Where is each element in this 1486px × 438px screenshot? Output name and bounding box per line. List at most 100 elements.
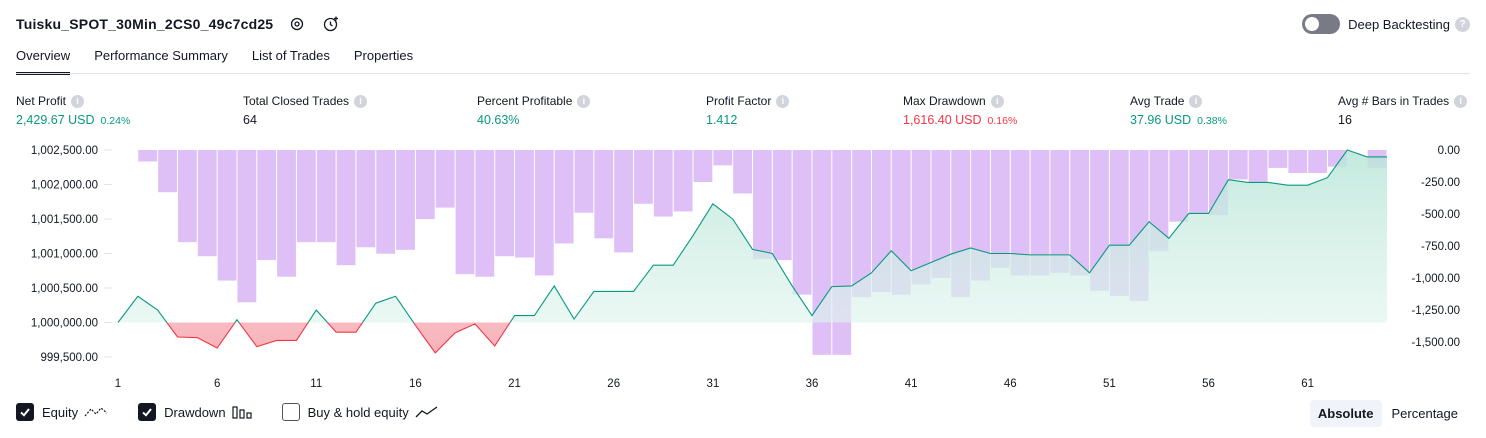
drawdown-bar	[614, 150, 634, 253]
left-axis-tick: 999,500.00	[40, 352, 98, 364]
right-axis-tick: 0.00	[1438, 145, 1460, 157]
tab-performance-summary[interactable]: Performance Summary	[94, 44, 228, 75]
drawdown-bar	[1070, 150, 1090, 276]
help-icon[interactable]: ?	[1455, 16, 1470, 32]
legend-drawdown[interactable]: Drawdown	[138, 403, 252, 421]
info-icon[interactable]: i	[354, 94, 368, 108]
drawdown-bar	[237, 150, 257, 303]
drawdown-bar	[574, 150, 594, 213]
deep-backtesting-label: Deep Backtesting	[1348, 16, 1450, 32]
drawdown-bar	[1228, 150, 1248, 180]
drawdown-bar	[713, 150, 733, 166]
drawdown-bar	[1248, 150, 1268, 182]
legend-label: Equity	[42, 404, 79, 420]
info-icon[interactable]: i	[577, 94, 591, 108]
deep-backtesting: Deep Backtesting ?	[1302, 14, 1470, 34]
drawdown-bars-icon	[231, 405, 252, 419]
stat-percent-profitable: Percent Profitable i 40.63%	[477, 94, 591, 127]
stat-value: 40.63%	[477, 113, 520, 127]
x-axis-tick: 1	[115, 378, 121, 390]
legend-equity[interactable]: Equity	[16, 403, 108, 421]
drawdown-bar	[316, 150, 336, 243]
stat-value: 37.96 USD	[1130, 113, 1192, 127]
drawdown-bar	[594, 150, 614, 239]
drawdown-bar	[1169, 150, 1189, 222]
right-axis-tick: -750.00	[1421, 241, 1460, 253]
info-icon[interactable]: i	[1454, 94, 1468, 108]
drawdown-bar	[376, 150, 396, 254]
drawdown-bar	[515, 150, 534, 258]
tab-list-of-trades[interactable]: List of Trades	[252, 44, 330, 75]
stat-max-drawdown: Max Drawdown i 1,616.40 USD 0.16%	[903, 94, 1017, 127]
info-icon[interactable]: i	[1189, 94, 1203, 108]
stats-row: Net Profit i 2,429.67 USD 0.24% Total Clos…	[0, 94, 1486, 134]
drawdown-bar	[158, 150, 177, 193]
x-axis-tick: 36	[806, 378, 819, 390]
stat-value: 64	[243, 113, 257, 127]
right-axis-tick: -1,250.00	[1411, 305, 1460, 317]
x-axis-tick: 41	[905, 378, 918, 390]
drawdown-bar	[1189, 150, 1209, 214]
drawdown-bar	[554, 150, 574, 244]
stat-label: Avg # Bars in Trades	[1338, 94, 1450, 108]
x-axis-tick: 26	[607, 378, 620, 390]
info-icon[interactable]: i	[776, 94, 790, 108]
checkbox-checked-icon[interactable]	[138, 403, 157, 421]
stat-total-closed-trades: Total Closed Trades i 64	[243, 94, 368, 127]
x-axis-tick: 11	[310, 378, 322, 390]
stat-label: Net Profit	[16, 94, 67, 108]
x-axis-tick: 46	[1004, 378, 1017, 390]
stat-label: Profit Factor	[706, 94, 772, 108]
left-axis-tick: 1,001,500.00	[31, 214, 98, 226]
drawdown-bar	[435, 150, 455, 208]
left-axis-tick: 1,000,500.00	[31, 283, 98, 295]
tab-properties[interactable]: Properties	[354, 44, 413, 75]
stat-avg-trade: Avg Trade i 37.96 USD 0.38%	[1130, 94, 1227, 127]
drawdown-bar	[138, 150, 158, 162]
strategy-title: Tuisku_SPOT_30Min_2CS0_49c7cd25	[16, 16, 274, 32]
drawdown-bar	[177, 150, 197, 243]
add-alert-icon[interactable]	[321, 14, 341, 34]
x-axis-tick: 16	[409, 378, 422, 390]
drawdown-bar	[475, 150, 495, 277]
drawdown-bar	[277, 150, 296, 277]
tabs-divider	[16, 73, 1470, 74]
gear-icon[interactable]	[287, 14, 307, 34]
stat-value: 2,429.67 USD	[16, 113, 95, 127]
stat-value: 16	[1338, 113, 1352, 127]
legend-buy-hold[interactable]: Buy & hold equity	[281, 403, 439, 421]
drawdown-bar	[415, 150, 435, 220]
drawdown-bar	[534, 150, 554, 276]
mode-percentage-button[interactable]: Percentage	[1384, 400, 1467, 427]
stat-percent: 0.16%	[987, 115, 1018, 127]
equity-drawdown-chart[interactable]: 1,002,500.00 1,002,000.00 1,001,500.00 1,00…	[0, 138, 1486, 398]
drawdown-bar	[217, 150, 237, 281]
tab-overview[interactable]: Overview	[16, 44, 71, 75]
info-icon[interactable]: i	[990, 94, 1004, 108]
drawdown-bar	[812, 150, 832, 355]
stat-avg-bars-in-trades: Avg # Bars in Trades i 16	[1338, 94, 1468, 127]
drawdown-bar	[1288, 150, 1308, 174]
drawdown-bar	[733, 150, 752, 194]
legend-label: Drawdown	[164, 404, 226, 420]
drawdown-bar	[396, 150, 415, 250]
right-axis-tick: -250.00	[1421, 177, 1460, 189]
info-icon[interactable]: i	[71, 94, 85, 108]
drawdown-bar	[336, 150, 356, 266]
checkbox-checked-icon[interactable]	[16, 403, 34, 421]
left-axis-tick: 1,002,000.00	[31, 180, 98, 192]
stat-label: Avg Trade	[1130, 94, 1185, 108]
right-axis-tick: -1,500.00	[1411, 337, 1460, 349]
mode-absolute-button[interactable]: Absolute	[1309, 400, 1382, 427]
legend-label: Buy & hold equity	[307, 404, 409, 420]
left-axis-tick: 1,000,000.00	[31, 318, 98, 330]
drawdown-bar	[634, 150, 653, 204]
stat-percent: 0.24%	[100, 115, 131, 127]
x-axis-tick: 61	[1301, 378, 1314, 390]
drawdown-bar	[1268, 150, 1288, 168]
checkbox-unchecked-icon[interactable]	[281, 403, 300, 421]
left-axis-tick: 1,002,500.00	[31, 145, 98, 157]
stat-value: 1.412	[706, 113, 738, 127]
deep-backtesting-toggle[interactable]	[1302, 14, 1341, 34]
stat-profit-factor: Profit Factor i 1.412	[706, 94, 790, 127]
